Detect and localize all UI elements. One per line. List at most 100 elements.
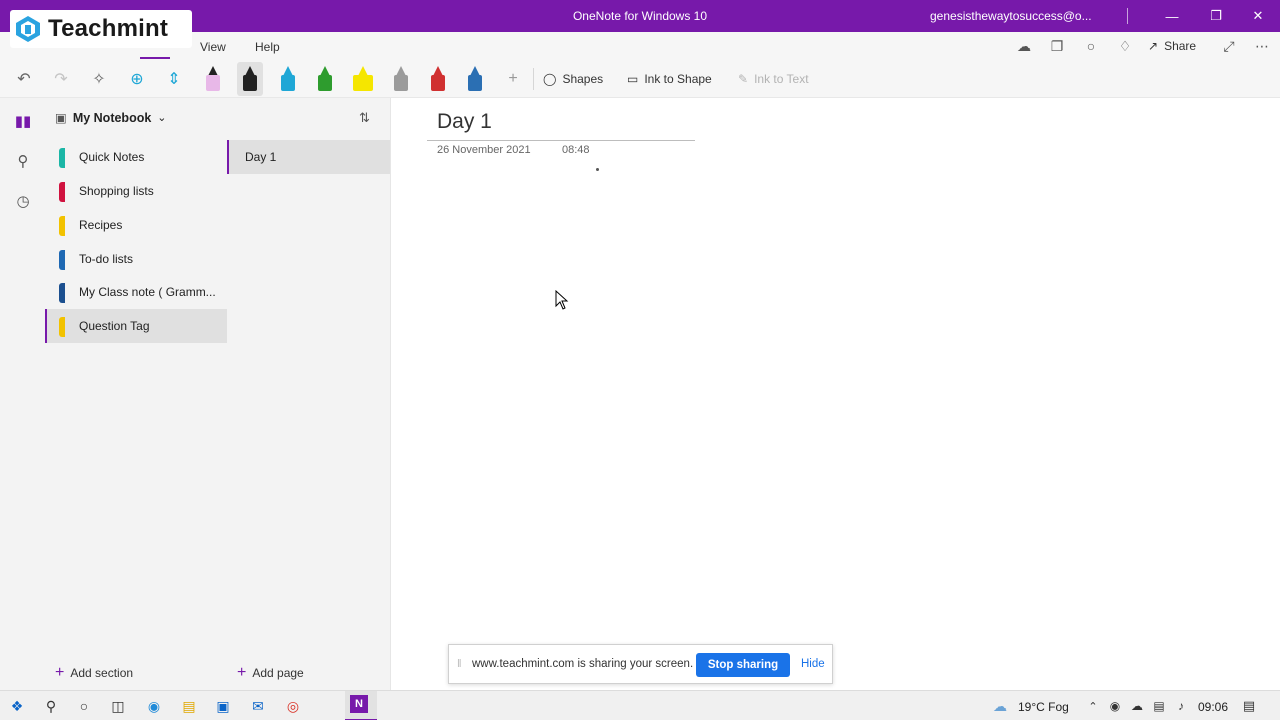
section-color-tab	[59, 148, 65, 168]
title-underline	[427, 140, 695, 141]
notebook-icon: ▣	[55, 111, 67, 125]
plus-icon: +	[55, 664, 65, 681]
section-label: Shopping lists	[79, 184, 154, 198]
menu-help[interactable]: Help	[255, 40, 280, 54]
blue-pen-tool[interactable]	[275, 62, 301, 96]
add-page-label: Add page	[252, 666, 304, 680]
expand-icon[interactable]: ⤢	[1219, 36, 1239, 56]
sync-status-icon[interactable]: ☁	[1014, 36, 1034, 56]
add-pen-icon[interactable]: +	[498, 64, 528, 94]
ink-to-text-button[interactable]: ✎ Ink to Text	[738, 72, 809, 86]
eraser-tool[interactable]	[200, 62, 226, 96]
page-item-day-1[interactable]: Day 1	[227, 140, 390, 174]
page-label: Day 1	[245, 150, 277, 164]
recent-notes-icon[interactable]: ◷	[12, 190, 34, 212]
section-color-tab	[59, 216, 65, 236]
add-section-button[interactable]: + Add section	[55, 664, 133, 682]
ink-to-shape-icon: ▭	[627, 72, 639, 86]
bell-icon[interactable]: ♢	[1115, 36, 1135, 56]
search-icon[interactable]: ⚲	[12, 150, 34, 172]
section-to-do-lists[interactable]: To-do lists	[45, 242, 227, 276]
add-space-icon[interactable]: ⊕	[122, 64, 152, 94]
redo-icon[interactable]: ↷	[46, 64, 76, 94]
lasso-select-icon[interactable]: ✧	[84, 64, 114, 94]
immersive-reader-icon[interactable]: ❐	[1047, 36, 1067, 56]
file-explorer-icon[interactable]: ▤	[178, 695, 200, 717]
onedrive-icon[interactable]: ☁	[1126, 695, 1148, 717]
volume-icon[interactable]: ♪	[1170, 695, 1192, 717]
section-my-class-note[interactable]: My Class note ( Gramm...	[45, 275, 227, 309]
shapes-icon: ◯	[543, 72, 557, 86]
section-color-tab	[59, 317, 65, 337]
section-label: My Class note ( Gramm...	[79, 285, 216, 299]
draw-toolbar: ↶ ↷ ✧ ⊕ ⇕ + ◯ Shapes ▭ Ink to Shape ✎ In…	[0, 60, 1280, 98]
ink-to-text-icon: ✎	[738, 72, 749, 86]
notebook-selector[interactable]: ▣ My Notebook ⌄	[55, 110, 167, 126]
add-section-label: Add section	[70, 666, 134, 680]
ink-to-shape-button[interactable]: ▭ Ink to Shape	[627, 72, 712, 86]
ink-dot	[596, 168, 599, 171]
onenote-taskbar-button[interactable]: N	[345, 691, 377, 720]
section-label: To-do lists	[79, 252, 134, 266]
menu-view[interactable]: View	[200, 40, 226, 54]
windows-taskbar: ❖ ⚲ ○ ◫ ◉ ▤ ▣ ✉ ◎ N ☁ 19°C Fog ⌃ ◉ ☁ ▤ ♪…	[0, 690, 1280, 720]
section-label: Recipes	[79, 218, 123, 232]
section-question-tag[interactable]: Question Tag	[45, 309, 227, 343]
pages-panel: ⇅ Day 1 + Add page	[227, 98, 391, 690]
search-icon[interactable]: ⚲	[40, 695, 62, 717]
plus-icon: +	[237, 664, 247, 681]
chevron-up-icon[interactable]: ⌃	[1082, 695, 1104, 717]
teachmint-logo-icon	[16, 16, 40, 42]
ink-to-text-label: Ink to Text	[754, 72, 809, 86]
section-color-tab	[59, 283, 65, 303]
notifications-icon[interactable]: ▤	[1238, 695, 1260, 717]
notebooks-icon[interactable]: ▮▮	[12, 110, 34, 132]
red-pen-tool[interactable]	[425, 62, 451, 96]
section-label: Quick Notes	[79, 150, 145, 164]
weather-text[interactable]: 19°C Fog	[1018, 700, 1069, 714]
title-separator	[1127, 8, 1128, 24]
task-view-icon[interactable]: ◫	[107, 695, 129, 717]
ink-to-shape-label: Ink to Shape	[644, 72, 712, 86]
insert-space-icon[interactable]: ⇕	[159, 64, 189, 94]
clock[interactable]: 09:06	[1198, 700, 1228, 714]
hide-button[interactable]: Hide	[801, 658, 825, 670]
lightbulb-icon[interactable]: ○	[1081, 36, 1101, 56]
add-page-button[interactable]: + Add page	[237, 664, 304, 682]
share-button[interactable]: ↗ Share	[1148, 36, 1196, 56]
note-canvas[interactable]: Day 1 26 November 2021 08:48	[392, 98, 1280, 690]
shapes-button[interactable]: ◯ Shapes	[543, 72, 603, 86]
stop-sharing-button[interactable]: Stop sharing	[696, 653, 790, 677]
edge-icon[interactable]: ◉	[143, 695, 165, 717]
undo-icon[interactable]: ↶	[9, 64, 39, 94]
green-pen-tool[interactable]	[312, 62, 338, 96]
section-recipes[interactable]: Recipes	[45, 208, 227, 242]
close-button[interactable]: ✕	[1236, 0, 1280, 32]
minimize-button[interactable]: —	[1150, 0, 1194, 32]
active-tab-underline	[140, 57, 170, 59]
section-shopping-lists[interactable]: Shopping lists	[45, 174, 227, 208]
network-icon[interactable]: ▤	[1148, 695, 1170, 717]
restore-button[interactable]: ❐	[1194, 0, 1238, 32]
page-date: 26 November 2021	[437, 144, 531, 156]
camera-icon[interactable]: ◉	[1104, 695, 1126, 717]
sort-pages-icon[interactable]: ⇅	[359, 110, 370, 126]
grey-pen-tool[interactable]	[388, 62, 414, 96]
shapes-label: Shapes	[562, 72, 604, 86]
drag-handle-icon[interactable]: ‖	[457, 658, 462, 670]
page-title[interactable]: Day 1	[437, 110, 492, 134]
navy-pen-tool[interactable]	[462, 62, 488, 96]
cortana-icon[interactable]: ○	[73, 695, 95, 717]
mail-icon[interactable]: ✉	[247, 695, 269, 717]
section-label: Question Tag	[79, 319, 150, 333]
chrome-icon[interactable]: ◎	[282, 695, 304, 717]
account-name[interactable]: genesisthewaytosuccess@o...	[930, 9, 1092, 23]
more-options-icon[interactable]: ⋯	[1252, 36, 1272, 56]
store-icon[interactable]: ▣	[212, 695, 234, 717]
weather-icon[interactable]: ☁	[989, 695, 1011, 717]
notebook-name: My Notebook	[72, 110, 152, 125]
black-pen-tool[interactable]	[237, 62, 263, 96]
windows-start-icon[interactable]: ❖	[6, 695, 28, 717]
section-quick-notes[interactable]: Quick Notes	[45, 140, 227, 174]
yellow-highlighter-tool[interactable]	[350, 62, 376, 96]
